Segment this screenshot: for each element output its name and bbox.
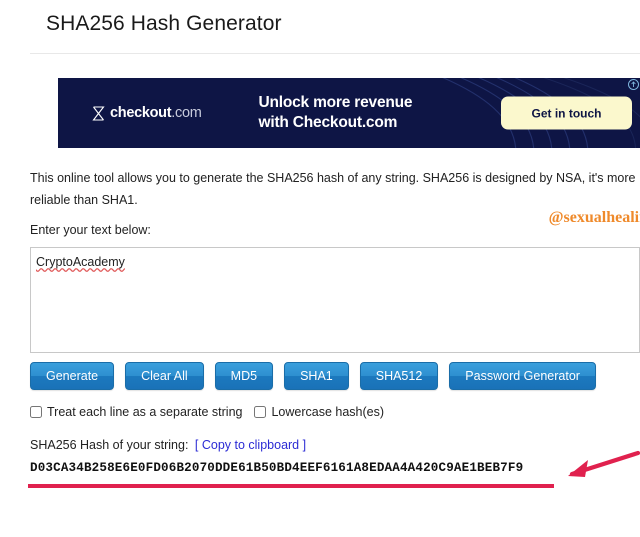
lowercase-hash-option[interactable]: Lowercase hash(es) — [254, 405, 384, 419]
main-content: This online tool allows you to generate … — [28, 168, 640, 488]
clear-all-button[interactable]: Clear All — [125, 362, 204, 390]
checkout-hourglass-icon — [92, 105, 105, 121]
action-button-row: Generate Clear All MD5 SHA1 SHA512 Passw… — [30, 362, 640, 390]
password-generator-button[interactable]: Password Generator — [449, 362, 596, 390]
intro-description: This online tool allows you to generate … — [30, 171, 636, 207]
separate-string-checkbox[interactable] — [30, 406, 42, 418]
lowercase-hash-label: Lowercase hash(es) — [271, 405, 385, 419]
separate-string-label: Treat each line as a separate string — [47, 405, 243, 419]
md5-button[interactable]: MD5 — [214, 362, 274, 390]
checkout-logo-tld: .com — [171, 105, 202, 121]
ad-headline: Unlock more revenue with Checkout.com — [259, 93, 413, 132]
text-input[interactable] — [30, 247, 640, 353]
watermark-text: @sexualhealing — [548, 209, 640, 226]
enter-text-label: Enter your text below: — [30, 223, 151, 237]
header-divider — [30, 53, 640, 54]
lowercase-hash-checkbox[interactable] — [254, 406, 267, 418]
ad-headline-line2: with Checkout.com — [258, 114, 398, 131]
checkout-logo-name: checkout — [110, 105, 172, 121]
copy-to-clipboard-link[interactable]: [ Copy to clipboard ] — [195, 438, 306, 452]
hash-result-wrap: D03CA34B258E6E0FD06B2070DDE61B50BD4EEF61… — [28, 450, 640, 488]
page-title: SHA256 Hash Generator — [46, 12, 282, 35]
ad-headline-line1: Unlock more revenue — [258, 94, 413, 112]
result-label-row: SHA256 Hash of your string: [ Copy to cl… — [30, 438, 640, 452]
options-row: Treat each line as a separate string Low… — [30, 405, 640, 419]
result-label: SHA256 Hash of your string: — [30, 438, 189, 452]
hash-underline-annotation — [28, 484, 554, 488]
sha512-button[interactable]: SHA512 — [359, 362, 439, 390]
hash-output-value[interactable]: D03CA34B258E6E0FD06B2070DDE61B50BD4EEF61… — [30, 461, 640, 475]
checkout-logo: checkout .com — [92, 105, 202, 121]
separate-string-option[interactable]: Treat each line as a separate string — [30, 405, 242, 419]
generate-button[interactable]: Generate — [30, 362, 115, 390]
enter-text-label-row: Enter your text below: @sexualhealing — [30, 209, 640, 241]
sha1-button[interactable]: SHA1 — [284, 362, 349, 390]
adchoices-icon[interactable] — [628, 79, 639, 90]
advertisement-banner[interactable]: checkout .com Unlock more revenue with Ch… — [58, 78, 640, 148]
